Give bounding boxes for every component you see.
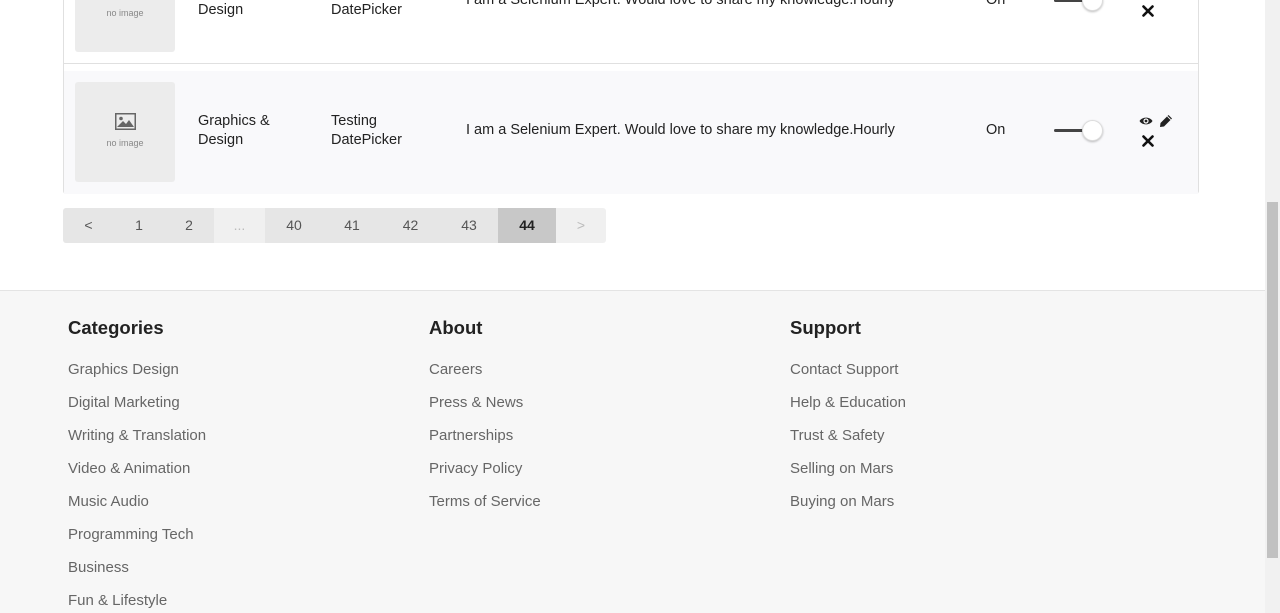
site-footer: Categories Graphics Design Digital Marke…: [0, 290, 1265, 613]
footer-link[interactable]: Partnerships: [429, 426, 541, 445]
footer-link[interactable]: Press & News: [429, 393, 541, 412]
footer-support: Support Contact Support Help & Education…: [790, 317, 906, 525]
toggle-knob[interactable]: [1082, 0, 1103, 11]
pagination-ellipsis: ...: [214, 208, 265, 243]
pagination-page-44-current[interactable]: 44: [498, 208, 556, 243]
toggle-track: [1054, 0, 1084, 2]
eye-icon[interactable]: [1139, 114, 1153, 128]
footer-link[interactable]: Selling on Mars: [790, 459, 906, 478]
footer-link[interactable]: Buying on Mars: [790, 492, 906, 511]
footer-link[interactable]: Careers: [429, 360, 541, 379]
footer-link[interactable]: Fun & Lifestyle: [68, 591, 206, 610]
footer-link[interactable]: Video & Animation: [68, 459, 206, 478]
service-description: I am a Selenium Expert. Would love to sh…: [466, 122, 854, 138]
no-image-label: no image: [106, 138, 144, 148]
services-table: no image Graphics & Design Testing DateP…: [63, 0, 1199, 194]
service-type: Hourly: [853, 122, 895, 138]
vertical-scrollbar[interactable]: [1265, 0, 1280, 613]
pagination-page-1[interactable]: 1: [114, 208, 164, 243]
close-icon[interactable]: [1141, 4, 1155, 18]
footer-link[interactable]: Terms of Service: [429, 492, 541, 511]
footer-heading-about: About: [429, 317, 483, 338]
row-actions: [1139, 0, 1179, 24]
service-category: Graphics & Design: [198, 113, 270, 148]
footer-link[interactable]: Programming Tech: [68, 525, 206, 544]
row-actions: [1139, 114, 1179, 154]
service-status: On: [986, 0, 1006, 8]
footer-link[interactable]: Help & Education: [790, 393, 906, 412]
toggle-knob[interactable]: [1082, 120, 1103, 141]
service-category: Graphics & Design: [198, 2, 244, 18]
image-placeholder-icon: [115, 113, 136, 130]
no-image-label: no image: [106, 8, 144, 18]
pagination: < 1 2 ... 40 41 42 43 44 >: [63, 208, 606, 243]
pagination-prev[interactable]: <: [63, 208, 114, 243]
service-thumbnail: no image: [75, 82, 175, 182]
service-description: I am a Selenium Expert. Would love to sh…: [466, 0, 854, 8]
pagination-page-41[interactable]: 41: [323, 208, 381, 243]
scrollbar-thumb[interactable]: [1267, 202, 1278, 558]
pagination-page-40[interactable]: 40: [265, 208, 323, 243]
service-type: Hourly: [853, 0, 895, 8]
service-thumbnail: no image: [75, 0, 175, 52]
service-status: On: [986, 122, 1006, 138]
table-row: no image Graphics & Design Testing DateP…: [64, 71, 1198, 194]
footer-link[interactable]: Business: [68, 558, 206, 577]
toggle-track: [1054, 129, 1084, 132]
status-toggle[interactable]: [1054, 119, 1106, 141]
footer-link[interactable]: Digital Marketing: [68, 393, 206, 412]
status-toggle[interactable]: [1054, 0, 1106, 11]
pagination-page-43[interactable]: 43: [440, 208, 498, 243]
pagination-page-42[interactable]: 42: [381, 208, 440, 243]
footer-link[interactable]: Trust & Safety: [790, 426, 906, 445]
footer-about: About Careers Press & News Partnerships …: [429, 317, 541, 525]
footer-heading-categories: Categories: [68, 317, 164, 338]
footer-link[interactable]: Music Audio: [68, 492, 206, 511]
footer-link[interactable]: Privacy Policy: [429, 459, 541, 478]
footer-link[interactable]: Contact Support: [790, 360, 906, 379]
page-viewport: no image Graphics & Design Testing DateP…: [0, 0, 1265, 613]
service-title: Testing DatePicker: [331, 113, 402, 148]
footer-heading-support: Support: [790, 317, 861, 338]
footer-categories: Categories Graphics Design Digital Marke…: [68, 317, 206, 613]
footer-link[interactable]: Graphics Design: [68, 360, 206, 379]
service-title: Testing DatePicker: [331, 2, 402, 18]
close-icon[interactable]: [1141, 134, 1155, 148]
footer-link[interactable]: Writing & Translation: [68, 426, 206, 445]
pencil-icon[interactable]: [1159, 114, 1173, 128]
table-row: no image Graphics & Design Testing DateP…: [64, 0, 1198, 64]
pagination-page-2[interactable]: 2: [164, 208, 214, 243]
pagination-next[interactable]: >: [556, 208, 606, 243]
